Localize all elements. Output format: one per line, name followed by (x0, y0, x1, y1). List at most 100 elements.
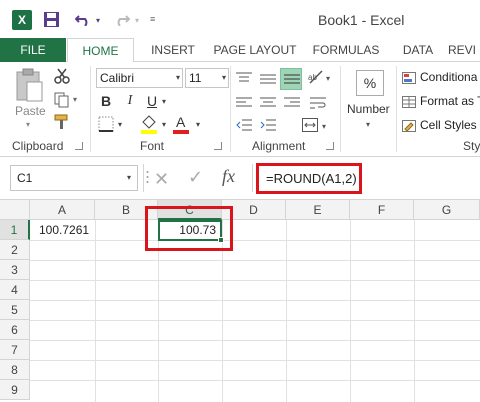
cell-styles-button[interactable]: Cell Styles▾ (402, 116, 480, 134)
redo-icon[interactable] (114, 12, 130, 26)
cell-styles-icon (402, 119, 416, 132)
column-header-g[interactable]: G (414, 200, 480, 220)
redo-dropdown-icon[interactable]: ▾ (135, 16, 139, 25)
name-box-value: C1 (17, 171, 33, 185)
group-divider (230, 66, 231, 152)
chevron-down-icon[interactable]: ▾ (127, 166, 131, 190)
decrease-indent-icon[interactable] (236, 118, 252, 132)
borders-dropdown-icon[interactable]: ▾ (118, 120, 122, 129)
merge-dropdown-icon[interactable]: ▾ (322, 122, 326, 131)
format-painter-icon[interactable] (54, 114, 70, 130)
svg-text:ab: ab (308, 73, 317, 82)
save-icon[interactable] (44, 12, 59, 27)
group-divider (340, 66, 341, 152)
align-right-icon[interactable] (284, 96, 300, 110)
borders-icon[interactable] (98, 116, 114, 132)
chevron-down-icon[interactable]: ▾ (176, 69, 180, 87)
group-divider (90, 66, 91, 152)
tab-insert[interactable]: INSERT (140, 38, 206, 62)
tab-review[interactable]: REVI (448, 38, 480, 62)
row-header-9[interactable]: 9 (0, 380, 30, 400)
column-header-f[interactable]: F (350, 200, 414, 220)
fill-color-icon[interactable] (140, 114, 158, 134)
alignment-launcher-icon[interactable] (326, 142, 334, 150)
column-header-e[interactable]: E (286, 200, 350, 220)
font-size-combobox[interactable]: 11 ▾ (185, 68, 229, 88)
row-header-5[interactable]: 5 (0, 300, 30, 320)
gridline (30, 320, 480, 321)
tab-file[interactable]: FILE (0, 38, 66, 62)
fill-color-dropdown-icon[interactable]: ▾ (162, 120, 166, 129)
row-header-7[interactable]: 7 (0, 340, 30, 360)
undo-icon[interactable] (75, 12, 91, 26)
tab-data[interactable]: DATA (390, 38, 446, 62)
wrap-text-icon[interactable] (310, 96, 326, 110)
gridline (30, 260, 480, 261)
divider (252, 164, 253, 192)
tab-formulas[interactable]: FORMULAS (305, 38, 387, 62)
align-left-icon[interactable] (236, 96, 252, 110)
conditional-formatting-icon (402, 71, 416, 84)
undo-dropdown-icon[interactable]: ▾ (96, 16, 100, 25)
orientation-dropdown-icon[interactable]: ▾ (326, 74, 330, 83)
paste-label[interactable]: Paste (15, 104, 46, 118)
gridline (414, 220, 415, 402)
bold-button[interactable]: B (98, 92, 114, 110)
select-all-corner[interactable] (0, 200, 30, 220)
copy-icon[interactable] (54, 92, 70, 108)
divider (143, 164, 144, 192)
cut-icon[interactable] (54, 68, 70, 84)
number-format-button[interactable]: % (356, 70, 384, 96)
svg-text:A: A (176, 114, 186, 130)
increase-indent-icon[interactable] (260, 118, 276, 132)
copy-dropdown-icon[interactable]: ▾ (73, 95, 77, 104)
clipboard-launcher-icon[interactable] (75, 142, 83, 150)
orientation-icon[interactable]: ab (308, 70, 324, 84)
enter-icon[interactable]: ✓ (188, 167, 203, 188)
cell-highlight-box (145, 206, 233, 251)
number-dropdown-icon[interactable]: ▾ (366, 120, 370, 129)
tab-home[interactable]: HOME (67, 38, 134, 63)
italic-button[interactable]: I (122, 92, 138, 110)
formula-bar: C1 ▾ ✕ ✓ fx =ROUND(A1,2) (0, 157, 480, 200)
number-group-label[interactable]: Number (347, 102, 390, 116)
font-group-label: Font (140, 139, 165, 153)
paste-dropdown-icon[interactable]: ▾ (26, 120, 30, 129)
row-header-6[interactable]: 6 (0, 320, 30, 340)
underline-button[interactable]: U (144, 92, 160, 110)
title-bar: X ▾ ▾ ≡ Book1 - Excel (0, 0, 480, 38)
font-color-dropdown-icon[interactable]: ▾ (196, 120, 200, 129)
formula-bar-grip-icon[interactable] (146, 169, 149, 185)
align-top-icon[interactable] (236, 72, 252, 86)
tab-page-layout[interactable]: PAGE LAYOUT (206, 38, 304, 62)
row-header-2[interactable]: 2 (0, 240, 30, 260)
row-header-4[interactable]: 4 (0, 280, 30, 300)
name-box[interactable]: C1 ▾ (10, 165, 138, 191)
conditional-formatting-button[interactable]: Conditiona (402, 68, 477, 86)
merge-center-icon[interactable] (302, 118, 318, 132)
format-as-table-icon (402, 95, 416, 108)
column-header-a[interactable]: A (30, 200, 95, 220)
ribbon-tabs: FILE HOME INSERT PAGE LAYOUT FORMULAS DA… (0, 38, 480, 63)
gridline (30, 280, 480, 281)
align-bottom-icon[interactable] (284, 72, 300, 86)
insert-function-icon[interactable]: fx (222, 166, 235, 187)
cell-styles-label: Cell Styles (420, 118, 477, 132)
align-center-icon[interactable] (260, 96, 276, 110)
row-header-8[interactable]: 8 (0, 360, 30, 380)
gridline (30, 240, 480, 241)
font-color-icon[interactable]: A (172, 114, 190, 134)
cell-a1[interactable]: 100.7261 (31, 221, 95, 240)
format-as-table-button[interactable]: Format as T (402, 92, 480, 110)
row-header-3[interactable]: 3 (0, 260, 30, 280)
paste-icon[interactable] (14, 68, 44, 102)
worksheet-grid[interactable]: A B C D E F G 1 2 3 4 5 6 7 8 9 100.7261… (0, 200, 480, 402)
underline-dropdown-icon[interactable]: ▾ (162, 97, 166, 106)
customize-qat-icon[interactable]: ≡ (150, 14, 155, 24)
cancel-icon[interactable]: ✕ (154, 169, 169, 190)
chevron-down-icon[interactable]: ▾ (222, 69, 226, 87)
font-name-combobox[interactable]: Calibri ▾ (96, 68, 183, 88)
align-middle-icon[interactable] (260, 72, 276, 86)
font-launcher-icon[interactable] (214, 142, 222, 150)
row-header-1[interactable]: 1 (0, 220, 30, 240)
